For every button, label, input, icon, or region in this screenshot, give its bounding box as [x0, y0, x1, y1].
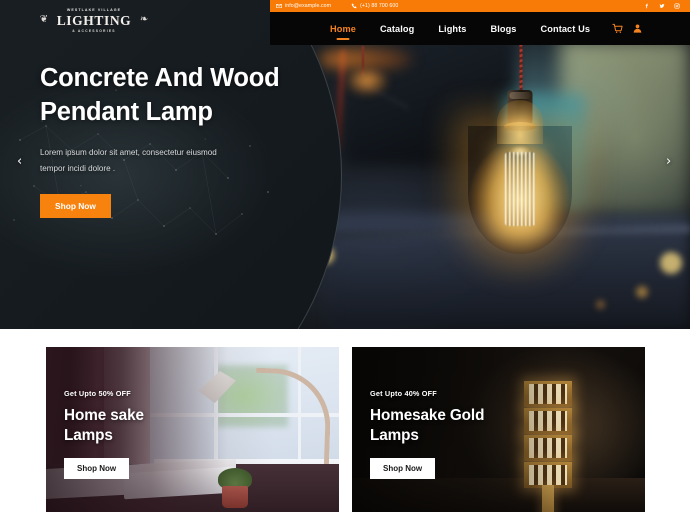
nav-links: Home Catalog Lights Blogs Contact Us — [318, 23, 643, 34]
logo-flourish-left-icon: ❦ — [39, 14, 49, 25]
promo-cards-section: Get Upto 50% OFF Home sake Lamps Shop No… — [0, 329, 690, 527]
nav-item-contact-us[interactable]: Contact Us — [529, 24, 603, 34]
promo-kicker-left: Get Upto 50% OFF — [64, 389, 131, 398]
promo-title-right: Homesake Gold Lamps — [370, 407, 485, 445]
slider-prev-arrow-icon[interactable]: ‹ — [17, 155, 22, 168]
facebook-icon[interactable] — [644, 3, 650, 9]
topbar-phone[interactable]: (+1) 88 700 600 — [351, 3, 398, 9]
slider-next-arrow-icon[interactable]: › — [666, 155, 671, 168]
main-navigation: Home Catalog Lights Blogs Contact Us — [270, 12, 690, 45]
social-links — [644, 3, 682, 9]
promo-title-left: Home sake Lamps — [64, 407, 144, 445]
topbar-email[interactable]: info@example.com — [276, 3, 331, 9]
promo-kicker-right: Get Upto 40% OFF — [370, 389, 437, 398]
promo-card-left-text: Get Upto 50% OFF Home sake Lamps Shop No… — [64, 389, 194, 480]
twitter-icon[interactable] — [659, 3, 665, 9]
hero-slider: Concrete And Wood Pendant Lamp Lorem ips… — [0, 0, 690, 329]
nav-item-blogs[interactable]: Blogs — [479, 24, 529, 34]
promo-left-shop-now-button[interactable]: Shop Now — [64, 458, 130, 480]
promo-card-home-sake-lamps[interactable]: Get Upto 50% OFF Home sake Lamps Shop No… — [46, 347, 339, 512]
topbar-phone-text: (+1) 88 700 600 — [360, 3, 399, 9]
promo-card-homesake-gold-lamps[interactable]: Get Upto 40% OFF Homesake Gold Lamps Sho… — [352, 347, 645, 512]
nav-item-catalog[interactable]: Catalog — [368, 24, 426, 34]
nav-item-home[interactable]: Home — [318, 24, 368, 34]
user-account-icon[interactable] — [632, 23, 643, 34]
edison-bulb-graphic — [455, 34, 585, 284]
top-contact-bar: info@example.com (+1) 88 700 600 — [270, 0, 690, 12]
hero-text-block: Concrete And Wood Pendant Lamp Lorem ips… — [40, 62, 340, 218]
instagram-icon[interactable] — [674, 3, 680, 9]
promo-card-right-text: Get Upto 40% OFF Homesake Gold Lamps Sho… — [370, 389, 500, 480]
logo-main-text: LIGHTING — [56, 13, 132, 28]
nav-item-lights[interactable]: Lights — [426, 24, 478, 34]
hero-subtitle: Lorem ipsum dolor sit amet, consectetur … — [40, 148, 217, 174]
lighting-store-homepage: Concrete And Wood Pendant Lamp Lorem ips… — [0, 0, 690, 527]
hero-title: Concrete And Wood Pendant Lamp — [40, 64, 280, 126]
shopping-cart-icon[interactable] — [612, 23, 623, 34]
envelope-icon — [276, 3, 282, 9]
promo-right-shop-now-button[interactable]: Shop Now — [370, 458, 436, 480]
phone-icon — [351, 3, 357, 9]
logo-flourish-right-icon: ❧ — [139, 14, 149, 25]
hero-shop-now-button[interactable]: Shop Now — [40, 193, 111, 218]
site-logo[interactable]: WESTLAKE VILLAGE ❦ LIGHTING ❧ & ACCESSOR… — [34, 8, 154, 38]
topbar-email-text: info@example.com — [285, 3, 332, 9]
